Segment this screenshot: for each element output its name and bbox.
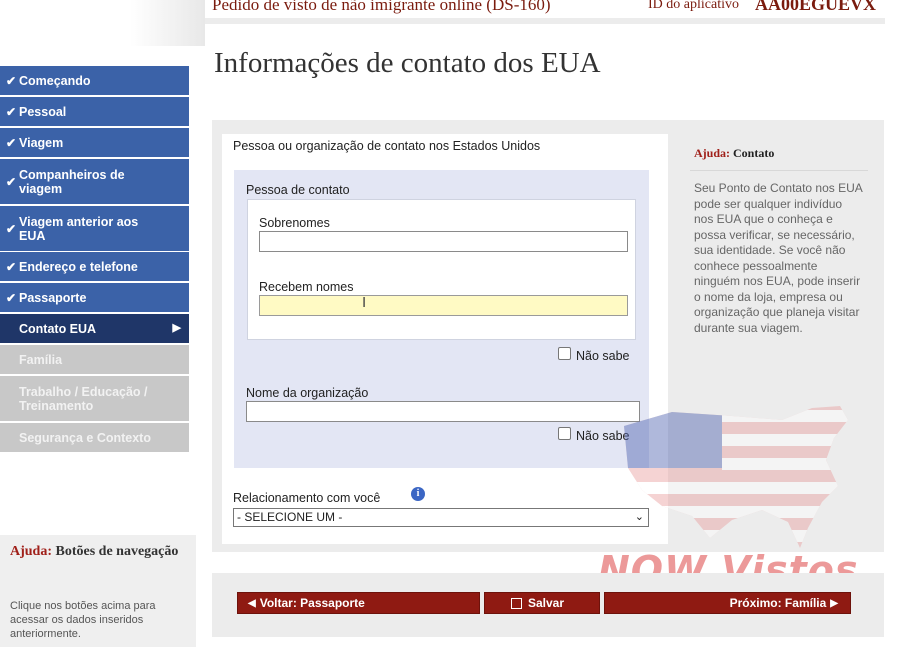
help-prefix: Ajuda: xyxy=(694,146,731,160)
checkmark-icon: ✔ xyxy=(6,259,17,274)
navigation-help-title: Ajuda: Botões de navegação xyxy=(10,543,180,560)
sidebar-item-familia: Família xyxy=(0,345,189,374)
sidebar-item-label: Família xyxy=(19,352,63,367)
surnames-input[interactable] xyxy=(259,231,628,252)
help-title-text: Botões de navegação xyxy=(55,544,179,559)
app-id-label: ID do aplicativo xyxy=(648,0,739,12)
app-id-value: AA00EGUEVX xyxy=(755,0,877,14)
sidebar-item-label: Companheiros de viagem xyxy=(19,167,125,196)
usa-map-watermark xyxy=(624,406,848,548)
sidebar-item-companheiros[interactable]: ✔ Companheiros de viagem xyxy=(0,159,189,204)
sidebar-item-label: Segurança e Contexto xyxy=(19,430,151,445)
sidebar-item-pessoal[interactable]: ✔ Pessoal xyxy=(0,97,189,126)
header-shade xyxy=(130,0,205,46)
unknown-contact-checkbox[interactable] xyxy=(558,347,571,360)
sidebar-item-label: Endereço e telefone xyxy=(19,259,138,274)
sidebar-item-label: Pessoal xyxy=(19,104,67,119)
sidebar-item-trabalho: Trabalho / Educação / Treinamento xyxy=(0,376,189,421)
navigation-help-text: Clique nos botões acima para acessar os … xyxy=(10,600,156,640)
header-divider xyxy=(205,18,885,24)
sidebar-item-endereco[interactable]: ✔ Endereço e telefone xyxy=(0,252,189,281)
relationship-selected-value: - SELECIONE UM - xyxy=(237,510,343,524)
sidebar-item-comecando[interactable]: ✔ Começando xyxy=(0,66,189,95)
next-button-label: Próximo: Família xyxy=(729,596,827,610)
organization-label: Nome da organização xyxy=(246,386,369,400)
checkmark-icon: ✔ xyxy=(6,174,17,189)
back-button-label: Voltar: Passaporte xyxy=(259,596,365,610)
sidebar-item-label: Contato EUA xyxy=(19,321,97,336)
sidebar-item-label: Viagem xyxy=(19,135,64,150)
sidebar-item-seguranca: Segurança e Contexto xyxy=(0,423,189,452)
chevron-right-icon: ▶ xyxy=(830,597,838,609)
sidebar-item-passaporte[interactable]: ✔ Passaporte xyxy=(0,283,189,312)
help-text: Seu Ponto de Contato nos EUA pode ser qu… xyxy=(694,181,863,335)
floppy-disk-icon xyxy=(511,597,522,609)
info-icon[interactable]: i xyxy=(411,487,425,501)
back-button[interactable]: ◀ Voltar: Passaporte xyxy=(237,592,480,614)
relationship-label: Relacionamento com você xyxy=(233,491,381,505)
sidebar-item-label: Trabalho / Educação / Treinamento xyxy=(19,384,148,413)
sidebar-item-label: Viagem anterior aos EUA xyxy=(19,214,139,243)
sidebar-item-viagem[interactable]: ✔ Viagem xyxy=(0,128,189,157)
sidebar-item-viagem-anterior[interactable]: ✔ Viagem anterior aos EUA xyxy=(0,206,189,251)
unknown-organization-checkbox[interactable] xyxy=(558,427,571,440)
text-cursor-icon: I xyxy=(362,294,367,311)
checkmark-icon: ✔ xyxy=(6,135,17,150)
checkmark-icon: ✔ xyxy=(6,290,17,305)
caret-right-icon: ▶ xyxy=(172,322,181,334)
contact-person-heading: Pessoa de contato xyxy=(246,183,350,197)
help-prefix: Ajuda: xyxy=(10,544,53,559)
sidebar-item-label: Passaporte xyxy=(19,290,87,305)
organization-input[interactable] xyxy=(246,401,640,422)
page-title: Informações de contato dos EUA xyxy=(214,47,601,79)
form-title: Pedido de visto de não imigrante online … xyxy=(212,0,551,14)
chevron-left-icon: ◀ xyxy=(248,597,256,609)
help-title: Ajuda: Contato xyxy=(694,146,774,161)
sidebar-item-contato-eua[interactable]: Contato EUA ▶ xyxy=(0,314,189,343)
checkmark-icon: ✔ xyxy=(6,73,17,88)
help-divider xyxy=(690,170,868,171)
given-names-label: Recebem nomes xyxy=(259,280,354,294)
next-button[interactable]: Próximo: Família ▶ xyxy=(604,592,851,614)
checkmark-icon: ✔ xyxy=(6,221,17,236)
help-title-text: Contato xyxy=(733,146,775,160)
contact-question: Pessoa ou organização de contato nos Est… xyxy=(233,139,541,153)
sidebar-item-label: Começando xyxy=(19,73,91,88)
checkmark-icon: ✔ xyxy=(6,104,17,119)
save-button[interactable]: Salvar xyxy=(484,592,600,614)
save-button-label: Salvar xyxy=(528,596,565,610)
relationship-select[interactable]: - SELECIONE UM - ⌄ xyxy=(233,508,649,527)
given-names-input[interactable] xyxy=(259,295,628,316)
unknown-contact-label: Não sabe xyxy=(576,349,630,363)
surnames-label: Sobrenomes xyxy=(259,216,330,230)
